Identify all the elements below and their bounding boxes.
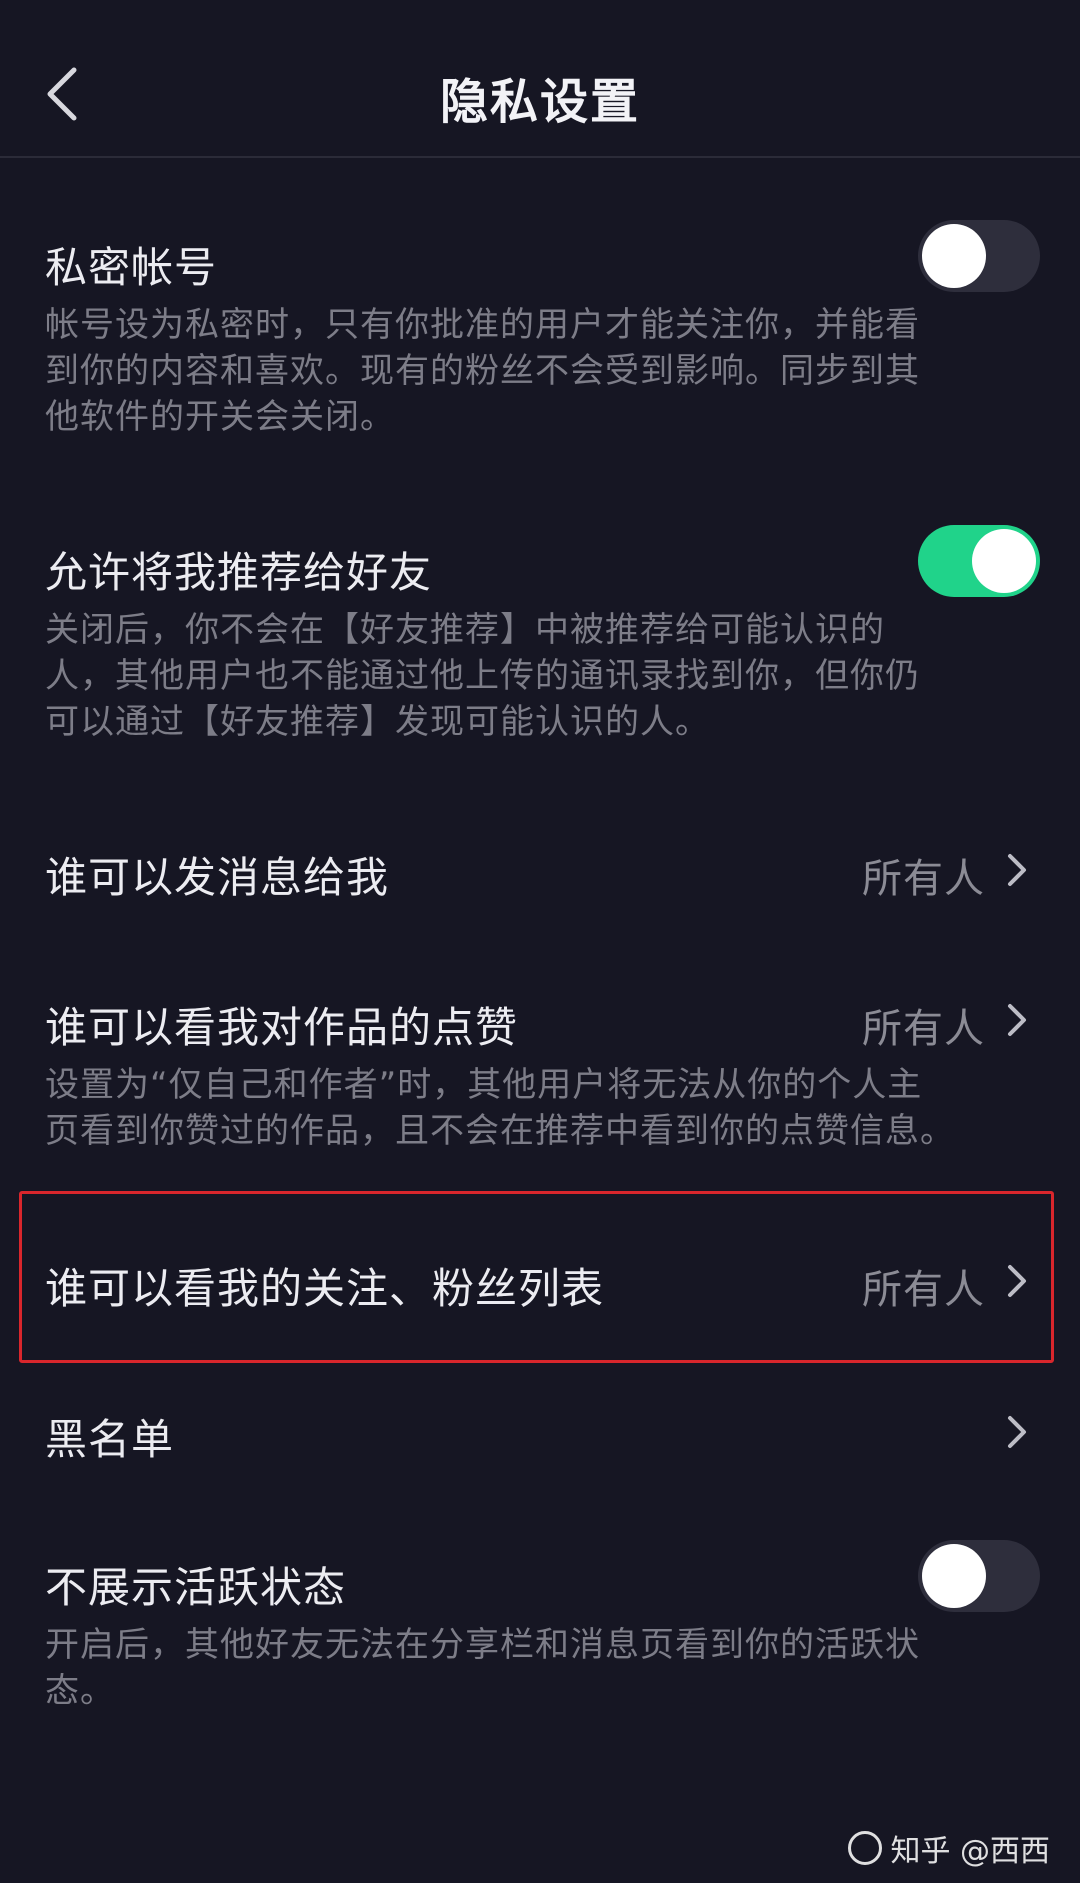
who-can-message-title: 谁可以发消息给我 — [45, 853, 390, 902]
desc-line: 关闭后，你不会在【好友推荐】中被推荐给可能认识的 — [45, 610, 885, 650]
recommend-desc: 关闭后，你不会在【好友推荐】中被推荐给可能认识的 人，其他用户也不能通过他上传的… — [45, 607, 1025, 745]
blacklist-title: 黑名单 — [45, 1415, 175, 1464]
chevron-right-icon — [1004, 1412, 1030, 1452]
chevron-right-icon — [1004, 850, 1030, 890]
desc-line: 到你的内容和喜欢。现有的粉丝不会受到影响。同步到其 — [45, 351, 920, 391]
setting-private-account: 私密帐号 帐号设为私密时，只有你批准的用户才能关注你，并能看 到你的内容和喜欢。… — [0, 200, 1080, 440]
nav-header: 隐私设置 — [0, 0, 1080, 158]
toggle-knob — [922, 224, 986, 288]
desc-line: 他软件的开关会关闭。 — [45, 397, 395, 437]
who-can-see-likes-desc: 设置为“仅自己和作者”时，其他用户将无法从你的个人主 页看到你赞过的作品，且不会… — [45, 1062, 1025, 1154]
desc-line: 人，其他用户也不能通过他上传的通讯录找到你，但你仍 — [45, 656, 920, 696]
who-can-message-value: 所有人 — [862, 856, 985, 902]
toggle-knob — [922, 1544, 986, 1608]
setting-who-can-message[interactable]: 谁可以发消息给我 所有人 — [0, 810, 1080, 930]
watermark-text: 知乎 @西西 — [890, 1834, 1050, 1869]
setting-who-can-see-follow-list[interactable]: 谁可以看我的关注、粉丝列表 所有人 — [0, 1219, 1080, 1339]
setting-hide-active-status: 不展示活跃状态 开启后，其他好友无法在分享栏和消息页看到你的活跃状 态。 — [0, 1520, 1080, 1720]
recommend-title: 允许将我推荐给好友 — [45, 548, 433, 597]
toggle-knob — [972, 529, 1036, 593]
hide-active-toggle[interactable] — [918, 1540, 1040, 1612]
private-account-title: 私密帐号 — [45, 243, 218, 292]
follow-list-value: 所有人 — [862, 1267, 985, 1313]
setting-recommend-to-friends: 允许将我推荐给好友 关闭后，你不会在【好友推荐】中被推荐给可能认识的 人，其他用… — [0, 505, 1080, 745]
chevron-right-icon — [1004, 1000, 1030, 1040]
setting-blacklist[interactable]: 黑名单 — [0, 1370, 1080, 1490]
hide-active-desc: 开启后，其他好友无法在分享栏和消息页看到你的活跃状 态。 — [45, 1622, 1025, 1714]
private-account-desc: 帐号设为私密时，只有你批准的用户才能关注你，并能看 到你的内容和喜欢。现有的粉丝… — [45, 302, 1025, 440]
setting-who-can-see-likes[interactable]: 谁可以看我对作品的点赞 所有人 设置为“仅自己和作者”时，其他用户将无法从你的个… — [0, 960, 1080, 1160]
desc-line: 设置为“仅自己和作者”时，其他用户将无法从你的个人主 — [45, 1065, 923, 1105]
desc-line: 帐号设为私密时，只有你批准的用户才能关注你，并能看 — [45, 305, 920, 345]
who-can-see-likes-value: 所有人 — [862, 1006, 985, 1052]
recommend-toggle[interactable] — [918, 525, 1040, 597]
watermark-logo-icon — [848, 1831, 883, 1865]
who-can-see-likes-title: 谁可以看我对作品的点赞 — [45, 1003, 519, 1052]
page-title: 隐私设置 — [439, 74, 640, 130]
desc-line: 页看到你赞过的作品，且不会在推荐中看到你的点赞信息。 — [45, 1111, 955, 1151]
watermark: 知乎 @西西 — [848, 1826, 1050, 1870]
desc-line: 态。 — [45, 1671, 115, 1711]
privacy-settings-page: 隐私设置 私密帐号 帐号设为私密时，只有你批准的用户才能关注你，并能看 到你的内… — [0, 0, 1080, 1883]
follow-list-title: 谁可以看我的关注、粉丝列表 — [45, 1264, 605, 1313]
desc-line: 开启后，其他好友无法在分享栏和消息页看到你的活跃状 — [45, 1625, 920, 1665]
desc-line: 可以通过【好友推荐】发现可能认识的人。 — [45, 702, 710, 742]
chevron-right-icon — [1004, 1261, 1030, 1301]
private-account-toggle[interactable] — [918, 220, 1040, 292]
hide-active-title: 不展示活跃状态 — [45, 1563, 347, 1612]
